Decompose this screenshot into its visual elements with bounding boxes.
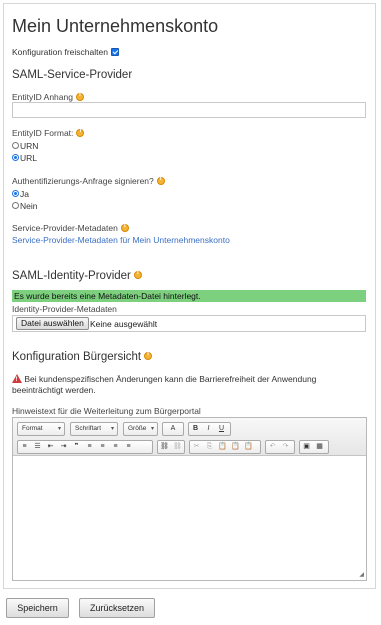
radio-urn[interactable] xyxy=(12,142,19,150)
image-icon[interactable]: ▣ xyxy=(300,441,313,453)
sign-option-ja[interactable]: Ja xyxy=(12,189,29,199)
insert-group: ▣ ▦ xyxy=(299,440,329,454)
table-icon[interactable]: ▦ xyxy=(313,441,326,453)
font-dropdown[interactable]: Schriftart xyxy=(70,422,118,436)
saml-sp-heading: SAML-Service-Provider xyxy=(12,69,133,81)
sign-request-label: Authentifizierungs-Anfrage signieren? xyxy=(12,176,154,186)
entityid-format-label-row: EntityID Format: xyxy=(12,128,85,138)
underline-button[interactable]: U xyxy=(215,423,228,435)
save-button[interactable]: Speichern xyxy=(6,598,69,618)
sign-option-nein[interactable]: Nein xyxy=(12,201,37,211)
sp-metadata-label: Service-Provider-Metadaten xyxy=(12,223,118,233)
editor-content-area[interactable] xyxy=(13,457,366,580)
align-center-icon[interactable]: ≡ xyxy=(96,441,109,453)
reset-button[interactable]: Zurücksetzen xyxy=(79,598,155,618)
file-status: Keine ausgewählt xyxy=(90,319,158,329)
radio-ja-label: Ja xyxy=(20,189,29,199)
text-color-icon: A xyxy=(170,425,176,432)
idp-metadata-file-input[interactable]: Datei auswählen Keine ausgewählt xyxy=(12,315,366,332)
saml-idp-heading: SAML-Identity-Provider xyxy=(12,270,131,282)
sp-metadata-link[interactable]: Service-Provider-Metadaten für Mein Unte… xyxy=(12,235,230,245)
text-color-button[interactable]: A xyxy=(162,422,184,436)
indent-icon[interactable]: ⇥ xyxy=(57,441,70,453)
info-icon[interactable] xyxy=(133,270,142,279)
outdent-icon[interactable]: ⇤ xyxy=(44,441,57,453)
info-icon[interactable] xyxy=(156,176,165,185)
link-icon[interactable]: ⛓ xyxy=(158,441,171,453)
info-icon[interactable] xyxy=(76,128,85,137)
paste-word-icon[interactable]: 📋 xyxy=(242,441,255,453)
align-left-icon[interactable]: ≡ xyxy=(83,441,96,453)
accessibility-warning: Bei kundenspezifischen Änderungen kann d… xyxy=(12,374,362,396)
basic-style-group: B I U xyxy=(188,422,231,436)
format-dropdown[interactable]: Format xyxy=(17,422,65,436)
entityid-format-label: EntityID Format: xyxy=(12,128,74,138)
choose-file-button[interactable]: Datei auswählen xyxy=(16,317,89,330)
align-right-icon[interactable]: ≡ xyxy=(109,441,122,453)
metadata-exists-notice: Es wurde bereits eine Metadaten-Datei hi… xyxy=(12,290,366,302)
citizen-view-heading: Konfiguration Bürgersicht xyxy=(12,351,142,363)
warning-text-line1: Bei kundenspezifischen Änderungen kann d… xyxy=(24,374,317,384)
entityid-suffix-input[interactable] xyxy=(12,102,366,118)
paragraph-group: ≡ ☰ ⇤ ⇥ ❞ ≡ ≡ ≡ ≡ xyxy=(17,440,153,454)
page-title: Mein Unternehmenskonto xyxy=(12,16,219,36)
sp-metadata-label-row: Service-Provider-Metadaten xyxy=(12,223,129,233)
paste-text-icon[interactable]: 📋 xyxy=(229,441,242,453)
rich-text-editor[interactable]: Format Schriftart Größe A B I U ≡ ☰ ⇤ ⇥ … xyxy=(12,417,367,581)
undo-group: ↶ ↷ xyxy=(265,440,295,454)
warning-text-line2: beeinträchtigt werden. xyxy=(12,385,96,395)
radio-nein[interactable] xyxy=(12,202,19,210)
warning-icon xyxy=(12,374,22,386)
radio-nein-label: Nein xyxy=(20,201,38,211)
copy-icon[interactable]: ⎘ xyxy=(203,441,216,453)
entityid-suffix-label: EntityID Anhang xyxy=(12,92,73,102)
radio-urn-label: URN xyxy=(20,141,39,151)
radio-ja[interactable] xyxy=(12,190,19,198)
italic-button[interactable]: I xyxy=(202,423,215,435)
numbered-list-icon[interactable]: ≡ xyxy=(18,441,31,453)
hint-text-label: Hinweistext für die Weiterleitung zum Bü… xyxy=(12,406,201,416)
citizen-view-heading-row: Konfiguration Bürgersicht xyxy=(12,351,153,363)
cut-icon[interactable]: ✂ xyxy=(190,441,203,453)
bold-button[interactable]: B xyxy=(189,423,202,435)
radio-url-label: URL xyxy=(20,153,38,163)
undo-icon[interactable]: ↶ xyxy=(266,441,279,453)
info-icon[interactable] xyxy=(144,351,153,360)
link-group: ⛓ ⛓ xyxy=(157,440,185,454)
clipboard-group: ✂ ⎘ 📋 📋 📋 xyxy=(189,440,261,454)
redo-icon[interactable]: ↷ xyxy=(279,441,292,453)
info-icon[interactable] xyxy=(75,92,84,101)
info-icon[interactable] xyxy=(120,223,129,232)
config-enable-checkbox[interactable] xyxy=(110,47,119,56)
align-justify-icon[interactable]: ≡ xyxy=(122,441,135,453)
radio-url[interactable] xyxy=(12,154,19,162)
config-enable-row[interactable]: Konfiguration freischalten xyxy=(12,47,119,57)
paste-icon[interactable]: 📋 xyxy=(216,441,229,453)
size-dropdown[interactable]: Größe xyxy=(123,422,158,436)
config-enable-label: Konfiguration freischalten xyxy=(12,47,108,57)
bulleted-list-icon[interactable]: ☰ xyxy=(31,441,44,453)
sign-request-label-row: Authentifizierungs-Anfrage signieren? xyxy=(12,176,165,186)
entityid-format-option-url[interactable]: URL xyxy=(12,153,37,163)
blockquote-icon[interactable]: ❞ xyxy=(70,441,83,453)
entityid-suffix-label-row: EntityID Anhang xyxy=(12,92,84,102)
saml-idp-heading-row: SAML-Identity-Provider xyxy=(12,270,142,282)
unlink-icon[interactable]: ⛓ xyxy=(171,441,184,453)
idp-metadata-label: Identity-Provider-Metadaten xyxy=(12,304,117,314)
resize-handle-icon[interactable]: ◢ xyxy=(359,571,364,578)
editor-toolbar: Format Schriftart Größe A B I U ≡ ☰ ⇤ ⇥ … xyxy=(13,418,366,456)
entityid-format-option-urn[interactable]: URN xyxy=(12,141,38,151)
